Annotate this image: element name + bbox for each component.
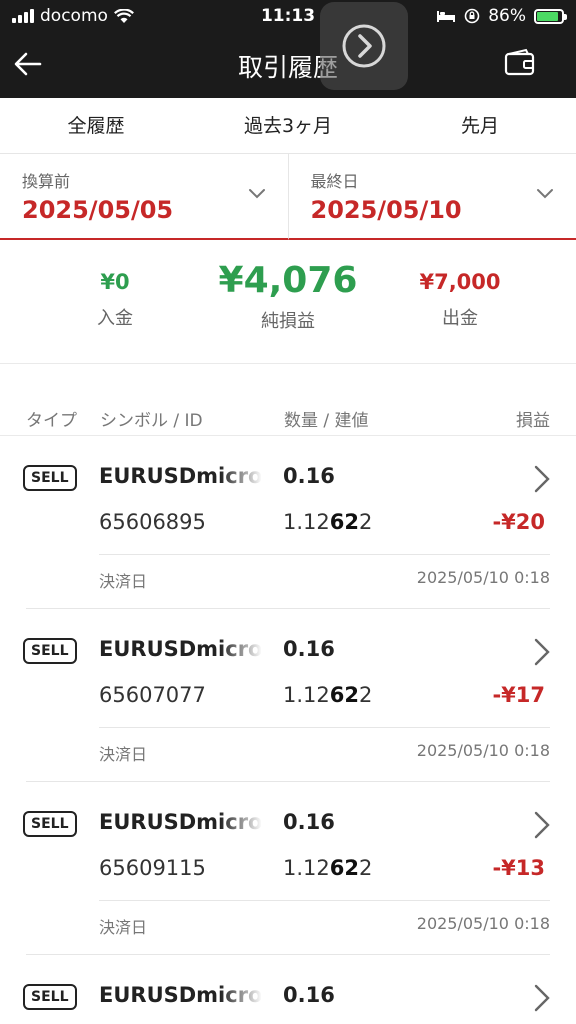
battery-icon <box>534 8 567 24</box>
settlement-label: 決済日 <box>99 918 148 937</box>
page-title: 取引履歴 <box>237 53 338 82</box>
trade-type-badge: SELL <box>23 811 77 837</box>
symbol-fade <box>220 808 262 838</box>
end-date-value: 2025/05/10 <box>310 196 462 224</box>
settlement-date: 2025/05/10 0:18 <box>416 568 550 587</box>
settlement-date: 2025/05/10 0:18 <box>416 741 550 760</box>
wallet-icon[interactable] <box>504 48 536 78</box>
orientation-lock-icon <box>464 8 480 24</box>
deposit-amount: ¥0 <box>100 270 130 294</box>
trade-lot: 0.16 <box>283 637 335 661</box>
trade-pnl: -¥20 <box>492 510 545 534</box>
row-divider <box>99 554 550 555</box>
status-bar: docomo 11:13 86% <box>0 0 576 34</box>
start-date-selector[interactable]: 換算前 2025/05/05 <box>0 154 288 240</box>
trade-type-badge: SELL <box>23 984 77 1010</box>
start-date-label: 換算前 <box>22 172 71 191</box>
net-pnl-amount: ¥4,076 <box>218 260 358 301</box>
end-date-label: 最終日 <box>310 172 359 191</box>
settlement-label: 決済日 <box>99 745 148 764</box>
column-type: タイプ <box>26 411 77 431</box>
withdrawal-summary: ¥7,000 出金 <box>364 270 556 330</box>
column-symbol: シンボル / ID <box>100 411 203 431</box>
deposit-label: 入金 <box>97 308 133 329</box>
deposit-summary: ¥0 入金 <box>19 270 211 330</box>
end-date-selector[interactable]: 最終日 2025/05/10 <box>287 154 576 240</box>
tab-last-month[interactable]: 先月 <box>384 98 576 153</box>
trade-row[interactable]: SELL EURUSDmicro 0.16 65606895 1.12622 -… <box>0 436 576 609</box>
app-header: 取引履歴 <box>0 34 576 98</box>
row-divider <box>99 727 550 728</box>
symbol-fade <box>220 635 262 665</box>
settlement-date: 2025/05/10 0:18 <box>416 914 550 933</box>
summary-panel: ¥0 入金 ¥4,076 純損益 ¥7,000 出金 <box>0 240 576 364</box>
table-header: タイプ シンボル / ID 数量 / 建値 損益 <box>0 398 576 436</box>
withdrawal-label: 出金 <box>442 308 478 329</box>
chevron-right-icon <box>534 984 550 1012</box>
chevron-right-icon <box>534 638 550 666</box>
symbol-fade <box>220 981 262 1011</box>
top-bar: docomo 11:13 86% 取引履歴 <box>0 0 576 98</box>
trade-row[interactable]: SELL EURUSDmicro 0.16 <box>0 955 576 1024</box>
symbol-fade <box>220 462 262 492</box>
chevron-right-icon <box>534 811 550 839</box>
trade-id: 65606895 <box>99 510 206 534</box>
tab-all-history[interactable]: 全履歴 <box>0 98 192 153</box>
battery-percent: 86% <box>488 6 526 26</box>
trade-price: 1.12622 <box>283 510 373 534</box>
status-right: 86% <box>436 6 567 26</box>
date-range: 換算前 2025/05/05 最終日 2025/05/10 <box>0 154 576 240</box>
tab-past-3-months[interactable]: 過去3ヶ月 <box>192 98 384 153</box>
chevron-right-icon <box>534 465 550 493</box>
chevron-right-icon <box>342 24 386 68</box>
trade-pnl: -¥13 <box>492 856 545 880</box>
trade-lot: 0.16 <box>283 983 335 1007</box>
trade-id: 65607077 <box>99 683 206 707</box>
net-pnl-summary: ¥4,076 純損益 <box>192 260 384 333</box>
withdrawal-amount: ¥7,000 <box>419 270 501 294</box>
row-divider <box>99 900 550 901</box>
trade-pnl: -¥17 <box>492 683 545 707</box>
bed-icon <box>437 11 456 22</box>
column-volume: 数量 / 建値 <box>284 411 369 431</box>
trade-lot: 0.16 <box>283 464 335 488</box>
net-pnl-label: 純損益 <box>261 311 315 332</box>
trade-type-badge: SELL <box>23 638 77 664</box>
period-tabs: 全履歴 過去3ヶ月 先月 <box>0 98 576 154</box>
chevron-down-icon <box>537 189 553 199</box>
floating-overlay-button[interactable] <box>320 2 408 90</box>
trade-lot: 0.16 <box>283 810 335 834</box>
trade-type-badge: SELL <box>23 465 77 491</box>
trade-price: 1.12622 <box>283 856 373 880</box>
trade-row[interactable]: SELL EURUSDmicro 0.16 65609115 1.12622 -… <box>0 782 576 955</box>
trade-price: 1.12622 <box>283 683 373 707</box>
trade-id: 65609115 <box>99 856 206 880</box>
trade-row[interactable]: SELL EURUSDmicro 0.16 65607077 1.12622 -… <box>0 609 576 782</box>
chevron-down-icon <box>248 189 265 199</box>
settlement-label: 決済日 <box>99 572 148 591</box>
column-pnl: 損益 <box>516 411 550 431</box>
start-date-value: 2025/05/05 <box>22 196 174 224</box>
